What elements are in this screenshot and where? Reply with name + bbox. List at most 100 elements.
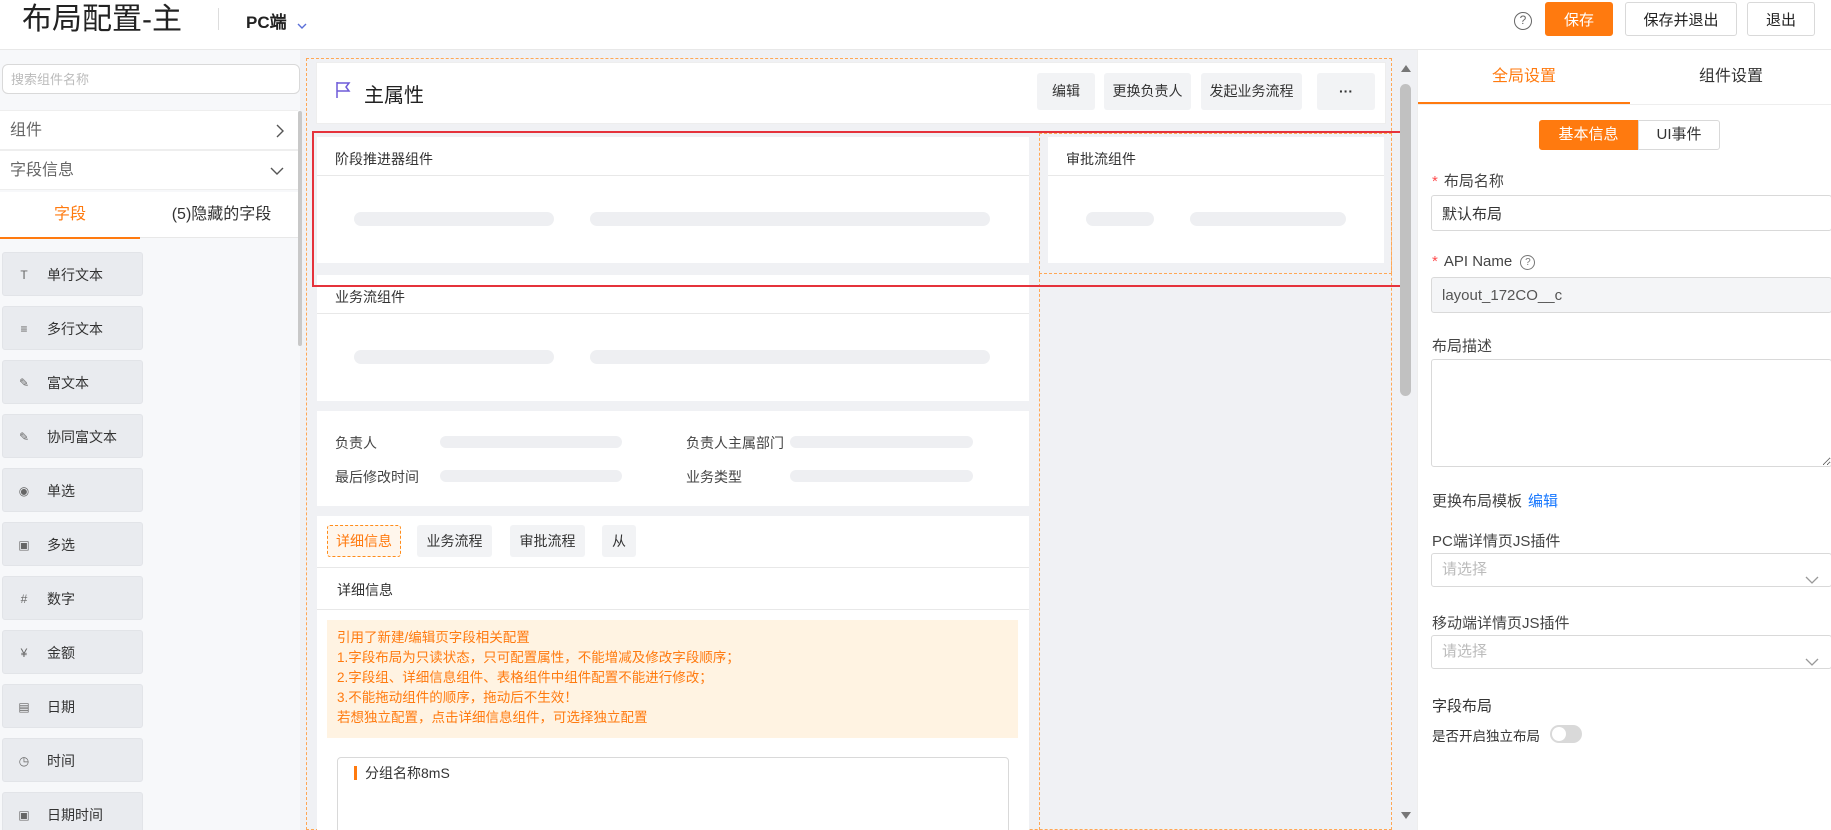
checkbox-icon: ▣ [18, 538, 30, 552]
field-item-single-select[interactable]: ◉ 单选 [2, 468, 143, 512]
layout-desc-textarea[interactable] [1431, 359, 1831, 467]
edit-button[interactable]: 编辑 [1037, 73, 1095, 110]
segment-basic-info[interactable]: 基本信息 [1539, 120, 1638, 150]
scroll-down-arrow-icon[interactable] [1400, 808, 1412, 824]
field-item-collab-rich-text[interactable]: ✎ 协同富文本 [2, 414, 143, 458]
summary-info-card[interactable]: 负责人 负责人主属部门 最后修改时间 业务类型 [317, 411, 1029, 506]
notice-line: 若想独立配置，点击详细信息组件，可选择独立配置 [337, 710, 648, 725]
tab-approval-flow[interactable]: 审批流程 [510, 525, 585, 557]
chevron-down-icon [270, 151, 284, 191]
components-section[interactable]: 组件 [0, 110, 298, 150]
tab-fields[interactable]: 字段 [0, 192, 140, 239]
tab-detail-info[interactable]: 详细信息 [327, 525, 401, 557]
skeleton-bar [440, 436, 622, 448]
business-type-label: 业务类型 [686, 469, 742, 485]
mobile-plugin-select[interactable]: 请选择 [1431, 635, 1831, 669]
skeleton-bar [590, 350, 990, 364]
edit-template-link[interactable]: 编辑 [1528, 493, 1558, 510]
canvas-scrollbar-thumb[interactable] [1400, 84, 1411, 396]
layout-desc-label: 布局描述 [1432, 338, 1493, 355]
field-item-label: 单行文本 [47, 267, 103, 283]
top-header: 布局配置-主 PC端 ? 保存 保存并退出 退出 [0, 0, 1831, 50]
notice-line: 2.字段组、详细信息组件、表格组件中组件配置不能进行修改； [337, 670, 713, 685]
radio-icon: ◉ [18, 484, 30, 498]
field-item-number[interactable]: # 数字 [2, 576, 143, 620]
field-item-label: 时间 [47, 753, 75, 769]
field-item-label: 协同富文本 [47, 429, 117, 445]
help-icon[interactable]: ? [1520, 255, 1536, 270]
right-panel: 全局设置 组件设置 基本信息 UI事件 * 布局名称 * API Name ? 布局… [1417, 50, 1831, 830]
segment-ui-events[interactable]: UI事件 [1638, 120, 1720, 150]
page-title: 布局配置-主 [22, 3, 182, 36]
chevron-down-icon [1805, 646, 1819, 678]
card-divider [317, 313, 1029, 314]
field-item-amount[interactable]: ¥ 金额 [2, 630, 143, 674]
field-item-label: 数字 [47, 591, 75, 607]
highlight-selection-box [312, 131, 1409, 287]
tab-sub[interactable]: 从 [602, 525, 636, 557]
field-item-label: 金额 [47, 645, 75, 661]
api-name-label: * API Name ? [1432, 253, 1536, 270]
required-marker: * [1432, 253, 1438, 270]
main-attribute-title: 主属性 [364, 85, 424, 107]
field-layout-label: 字段布局 [1432, 698, 1493, 715]
more-icon[interactable]: ··· [1317, 73, 1375, 110]
main-attribute-card[interactable]: 主属性 编辑 更换负责人 发起业务流程 ··· [316, 62, 1386, 124]
field-item-label: 富文本 [47, 375, 89, 391]
notice-line: 引用了新建/编辑页字段相关配置 [337, 630, 530, 645]
pc-plugin-select[interactable]: 请选择 [1431, 553, 1831, 587]
field-item-date[interactable]: ▤ 日期 [2, 684, 143, 728]
field-item-multi-select[interactable]: ▣ 多选 [2, 522, 143, 566]
api-name-input[interactable] [1431, 277, 1831, 313]
owner-label: 负责人 [335, 435, 377, 451]
field-item-label: 日期时间 [47, 807, 103, 823]
field-item-multi-line-text[interactable]: ≡ 多行文本 [2, 306, 143, 350]
pc-plugin-label: PC端详情页JS插件 [1432, 533, 1561, 550]
owner-department-label: 负责人主属部门 [686, 435, 784, 451]
column-dashed-divider [1039, 274, 1040, 830]
hash-icon: # [20, 592, 28, 606]
tab-hidden-fields[interactable]: (5)隐藏的字段 [145, 192, 298, 238]
field-item-time[interactable]: ◷ 时间 [2, 738, 143, 782]
platform-selector[interactable]: PC端 [246, 8, 307, 34]
skeleton-bar [440, 470, 622, 482]
notice-line: 1.字段布局为只读状态，只可配置属性，不能增减及修改字段顺序； [337, 650, 740, 665]
exit-button[interactable]: 退出 [1747, 2, 1815, 36]
tab-component-settings[interactable]: 组件设置 [1630, 50, 1831, 104]
independent-layout-toggle[interactable] [1550, 725, 1582, 743]
components-section-label: 组件 [10, 122, 43, 139]
field-info-section[interactable]: 字段信息 [0, 150, 298, 190]
api-name-label-text: API Name [1443, 253, 1513, 270]
field-item-rich-text[interactable]: ✎ 富文本 [2, 360, 143, 404]
collab-rich-text-icon: ✎ [18, 430, 30, 444]
help-icon[interactable]: ? [1514, 12, 1532, 30]
mobile-plugin-label: 移动端详情页JS插件 [1432, 615, 1570, 632]
left-panel: 组件 字段信息 字段 (5)隐藏的字段 T 单行文本 ≡ 多行文本 ✎ 富文本 … [0, 50, 302, 830]
field-item-single-line-text[interactable]: T 单行文本 [2, 252, 143, 296]
scroll-up-arrow-icon[interactable] [1400, 60, 1412, 76]
field-item-label: 单选 [47, 483, 75, 499]
tabs-divider [317, 567, 1029, 568]
save-button[interactable]: 保存 [1545, 2, 1613, 36]
detail-divider [317, 609, 1029, 610]
change-owner-button[interactable]: 更换负责人 [1104, 73, 1191, 110]
field-item-label: 多选 [47, 537, 75, 553]
mobile-plugin-placeholder: 请选择 [1442, 643, 1488, 660]
field-item-label: 多行文本 [47, 321, 103, 337]
tab-business-flow[interactable]: 业务流程 [417, 525, 492, 557]
field-item-datetime[interactable]: ▣ 日期时间 [2, 792, 143, 830]
detail-info-title: 详细信息 [337, 582, 393, 598]
datetime-icon: ▣ [18, 808, 30, 822]
start-business-flow-button[interactable]: 发起业务流程 [1201, 73, 1302, 110]
field-group-box[interactable]: 分组名称8mS [337, 757, 1009, 830]
notice-line: 3.不能拖动组件的顺序，拖动后不生效！ [337, 690, 578, 705]
text-icon: T [20, 268, 28, 282]
business-flow-component-card[interactable]: 业务流组件 [317, 275, 1029, 401]
change-template-row: 更换布局模板 编辑 [1432, 490, 1558, 511]
chevron-right-icon [276, 111, 284, 151]
component-search-input[interactable] [2, 64, 300, 94]
tab-global-settings[interactable]: 全局设置 [1418, 50, 1630, 104]
save-and-exit-button[interactable]: 保存并退出 [1625, 2, 1737, 36]
chevron-down-icon [297, 14, 307, 34]
layout-name-input[interactable] [1431, 195, 1831, 231]
